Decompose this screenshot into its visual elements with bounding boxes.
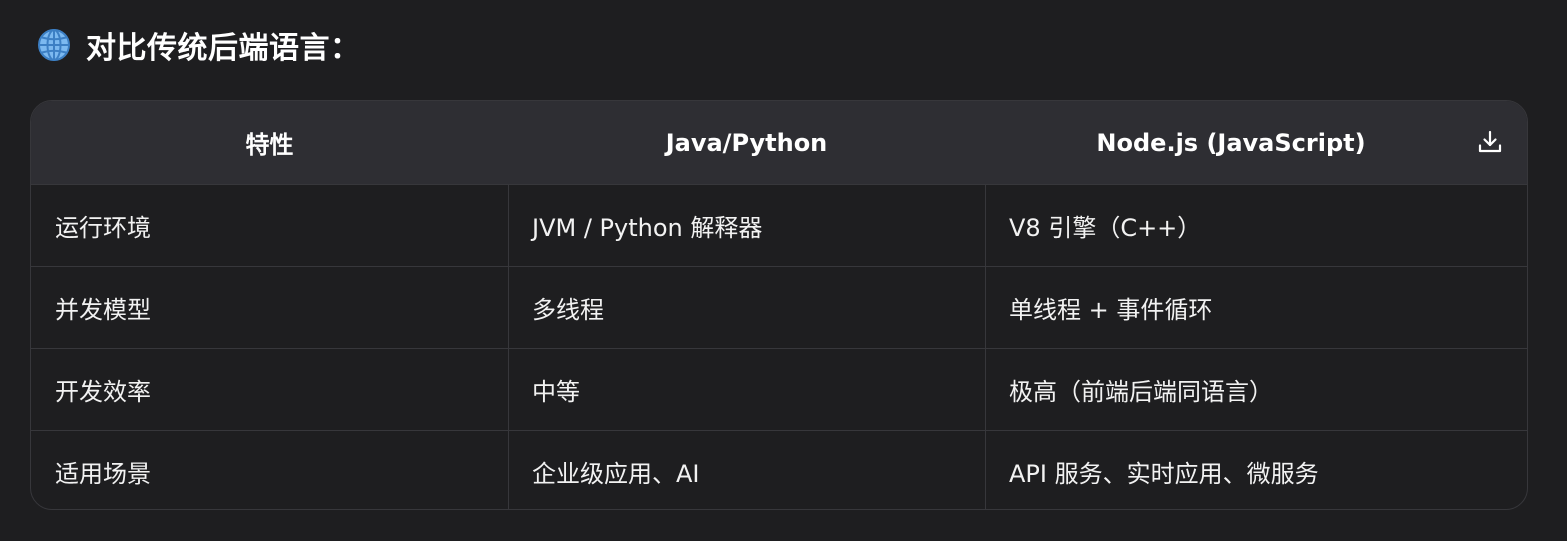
heading-text: 对比传统后端语言：	[86, 31, 361, 66]
table-cell: JVM / Python 解释器	[532, 214, 763, 242]
header-feature: 特性	[245, 131, 294, 159]
globe-icon	[38, 29, 70, 61]
table-cell: 中等	[532, 378, 580, 406]
section-heading: 对比传统后端语言：	[36, 22, 361, 68]
table-cell: V8 引擎（C++）	[1009, 214, 1202, 242]
table-cell: API 服务、实时应用、微服务	[1009, 460, 1319, 488]
header-java-python: Java/Python	[665, 128, 828, 157]
table-row: 并发模型 多线程 单线程 + 事件循环	[31, 266, 1527, 348]
table-header-row: 特性 Java/Python Node.js (JavaScript)	[31, 101, 1527, 184]
download-icon[interactable]	[1475, 127, 1505, 157]
column-divider	[508, 184, 509, 509]
table-row: 适用场景 企业级应用、AI API 服务、实时应用、微服务	[31, 430, 1527, 509]
table-cell: 开发效率	[55, 378, 151, 406]
table-cell: 适用场景	[55, 460, 151, 488]
table-cell: 多线程	[532, 296, 604, 324]
table-cell: 单线程 + 事件循环	[1009, 296, 1213, 324]
column-divider	[985, 184, 986, 509]
table-row: 开发效率 中等 极高（前端后端同语言）	[31, 348, 1527, 430]
header-nodejs: Node.js (JavaScript)	[1096, 128, 1366, 157]
table-cell: 运行环境	[55, 214, 151, 242]
table-cell: 极高（前端后端同语言）	[1009, 378, 1273, 406]
table-row: 运行环境 JVM / Python 解释器 V8 引擎（C++）	[31, 184, 1527, 266]
comparison-table: 特性 Java/Python Node.js (JavaScript) 运行环境…	[30, 100, 1528, 510]
table-cell: 企业级应用、AI	[532, 460, 700, 488]
table-cell: 并发模型	[55, 296, 151, 324]
